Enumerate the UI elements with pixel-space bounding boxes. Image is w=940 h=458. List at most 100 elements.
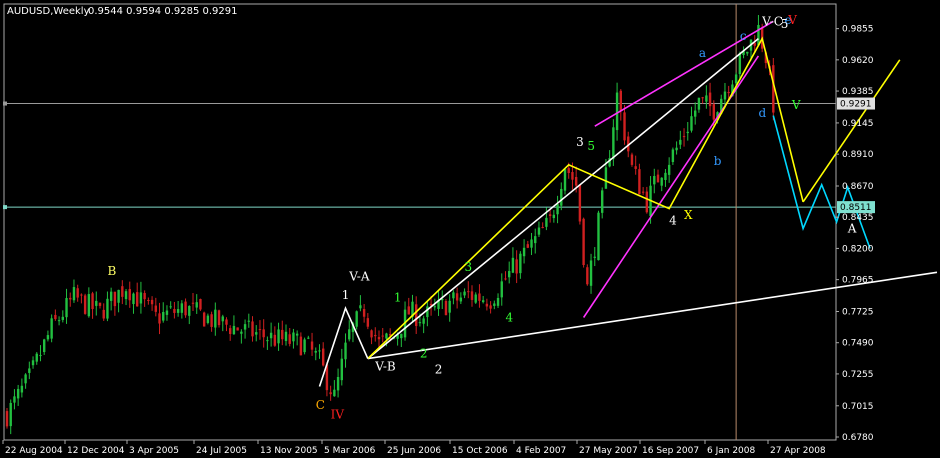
candle-body (727, 91, 730, 94)
candle-body (318, 350, 321, 352)
candle-body (143, 293, 146, 300)
candle-body (340, 358, 343, 381)
wave-label: V (787, 13, 797, 27)
candle-body (641, 191, 645, 193)
candle-body (467, 291, 470, 293)
candle-body (251, 321, 254, 337)
candle-body (173, 309, 176, 313)
candle-body (87, 294, 91, 317)
candle-body (470, 291, 474, 300)
candle-body (57, 320, 61, 322)
y-tick-label: 0.7255 (842, 370, 874, 380)
candle-body (511, 257, 515, 273)
candle-body (548, 214, 552, 217)
candle-body (496, 297, 500, 306)
wave-label: b (714, 154, 722, 168)
wave-label: c (740, 29, 747, 43)
candle-body (329, 392, 332, 395)
candle-body (671, 149, 675, 162)
candle-body (262, 329, 265, 338)
wave-label: V-C (761, 14, 783, 28)
candle-body (109, 291, 113, 301)
candle-body (366, 318, 370, 327)
candle-body (705, 95, 708, 102)
candle-body (136, 292, 139, 307)
wave-label: 1 (394, 291, 402, 305)
candle-body (20, 385, 24, 393)
candle-body (385, 333, 388, 339)
candle-body (723, 91, 727, 100)
candle-body (522, 247, 526, 257)
x-tick-label: 4 Feb 2007 (516, 446, 566, 456)
candle-body (537, 227, 541, 235)
candle-body (682, 136, 686, 138)
candle-body (266, 340, 269, 342)
x-tick-label: 27 Apr 2008 (770, 446, 826, 456)
wave-label: A (847, 221, 857, 235)
candle-body (738, 53, 742, 75)
wave-label: 1 (342, 288, 350, 302)
candle-body (76, 288, 79, 298)
candle-body (158, 313, 161, 324)
candle-body (582, 218, 585, 266)
candle-body (455, 293, 459, 301)
candle-body (95, 300, 98, 306)
x-tick-label: 13 Nov 2005 (260, 446, 318, 456)
candle-body (597, 212, 600, 261)
candle-body (574, 177, 578, 186)
candle-body (295, 333, 299, 336)
candle-body (292, 332, 295, 342)
candle-body (452, 292, 455, 299)
candle-body (571, 172, 574, 180)
candle-body (415, 304, 418, 326)
candle-body (162, 311, 165, 321)
x-tick-label: 16 Sep 2007 (642, 446, 699, 456)
candle-body (481, 300, 485, 303)
candle-body (426, 306, 429, 318)
candle-body (243, 324, 247, 330)
candle-body (113, 291, 117, 307)
wave-label: 3 (465, 260, 473, 274)
candle-body (630, 154, 634, 165)
candle-body (165, 310, 169, 315)
candle-body (13, 396, 16, 403)
y-tick-label: 0.8670 (842, 182, 874, 192)
candle-body (422, 318, 425, 324)
candle-body (734, 74, 738, 84)
candle-body (232, 325, 236, 335)
line-handle[interactable] (3, 205, 7, 210)
candle-body (255, 332, 258, 335)
wave-label: V-A (348, 269, 370, 283)
candle-body (519, 253, 522, 274)
wave-label: 5 (587, 139, 595, 153)
y-tick-label: 0.8910 (842, 150, 874, 160)
candle-body (500, 281, 503, 298)
y-tick-label: 0.9145 (842, 119, 874, 129)
candle-body (530, 239, 533, 248)
wave-label: X (684, 208, 693, 222)
candle-body (708, 92, 712, 107)
y-tick-label: 0.7965 (842, 276, 874, 286)
candle-body (712, 104, 715, 120)
candle-body (508, 271, 511, 278)
candle-body (16, 388, 20, 399)
candle-body (247, 320, 250, 322)
candle-body (697, 97, 701, 110)
candle-body (273, 334, 277, 346)
candle-body (515, 259, 518, 274)
chart-title: AUDUSD,Weekly (7, 6, 90, 17)
candle-body (444, 300, 448, 316)
candle-body (54, 314, 57, 320)
candle-body (377, 337, 381, 340)
wave-label: 4 (505, 310, 513, 324)
candle-body (619, 90, 622, 112)
candle-body (221, 316, 224, 322)
candle-body (147, 300, 150, 302)
line-handle[interactable] (3, 101, 7, 106)
y-tick-label: 0.8435 (842, 213, 874, 223)
candle-body (493, 303, 496, 306)
candle-body (139, 292, 143, 304)
candle-body (485, 303, 489, 307)
candle-body (686, 131, 689, 134)
candle-body (281, 329, 284, 340)
